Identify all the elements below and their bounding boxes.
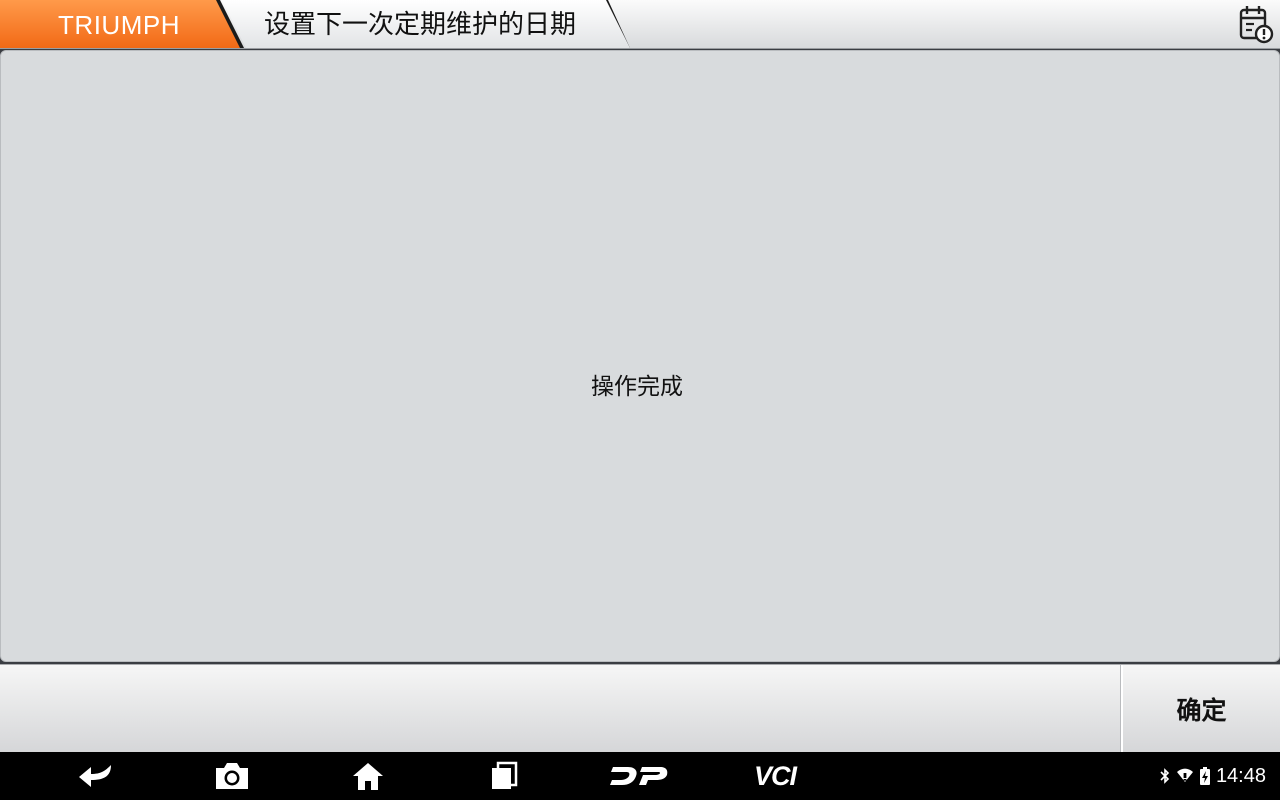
vci-icon: VCI: [753, 760, 797, 791]
home-button[interactable]: [338, 752, 398, 800]
header-bar: TRIUMPH 设置下一次定期维护的日期: [0, 0, 1280, 49]
dp-icon: [610, 767, 668, 785]
status-area: 14:48: [1160, 752, 1266, 800]
home-icon: [353, 763, 383, 790]
status-time: 14:48: [1215, 764, 1266, 787]
status-message: 操作完成: [591, 374, 683, 400]
bluetooth-icon: [1160, 768, 1170, 784]
recent-apps-button[interactable]: [474, 752, 534, 800]
brand-crumb-label: TRIUMPH: [58, 10, 180, 40]
screenshot-icon: [216, 763, 248, 789]
content-panel: 操作完成: [0, 50, 1280, 662]
back-button[interactable]: [67, 752, 127, 800]
wifi-icon: [1176, 768, 1193, 782]
screenshot-button[interactable]: [202, 752, 262, 800]
battery-charging-icon: [1199, 767, 1210, 785]
page-title: 设置下一次定期维护的日期: [264, 10, 577, 40]
calendar-alert-icon: [1239, 6, 1274, 44]
confirm-button[interactable]: 确定: [1123, 665, 1280, 753]
recent-apps-icon: [492, 761, 518, 789]
dp-button[interactable]: [609, 752, 669, 800]
vci-button[interactable]: VCI: [745, 752, 805, 800]
back-icon: [79, 765, 111, 787]
bottom-toolbar: 确定: [0, 664, 1280, 753]
maintenance-calendar-button[interactable]: [1234, 2, 1278, 46]
system-nav-bar: VCI 14:48: [0, 752, 1280, 800]
